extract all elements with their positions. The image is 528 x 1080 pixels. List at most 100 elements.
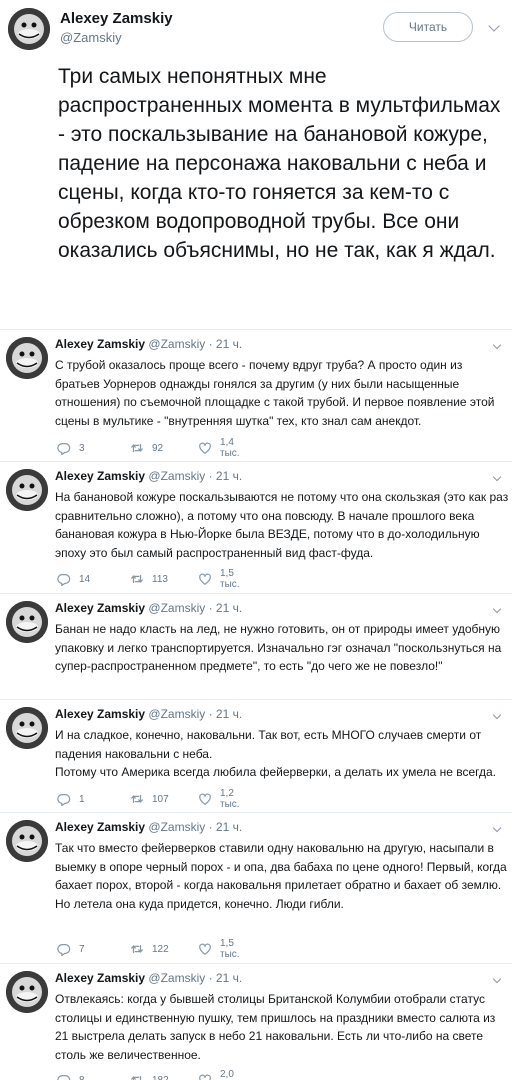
reply-tweet: Alexey Zamskiy @Zamskiy · 21 ч. Так что … [0,814,512,964]
main-tweet: Alexey Zamskiy @Zamskiy Читать Три самых… [0,0,512,330]
reply-header: Alexey Zamskiy @Zamskiy · 21 ч. [55,820,242,834]
author-name[interactable]: Alexey Zamskiy [55,601,145,615]
chevron-down-icon[interactable] [492,710,502,720]
reply-tweet: Alexey Zamskiy @Zamskiy · 21 ч. С трубой… [0,331,512,462]
chevron-down-icon[interactable] [492,604,502,614]
reply-count: 7 [79,943,85,955]
reply-button[interactable]: 3 [57,440,85,456]
reply-header: Alexey Zamskiy @Zamskiy · 21 ч. [55,469,242,483]
retweet-count: 182 [152,1074,169,1080]
author-name[interactable]: Alexey Zamskiy [55,337,145,351]
reply-paragraph: Отвлекаясь: когда у бывшей столицы Брита… [55,992,496,1062]
reply-text: И на сладкое, конечно, наковальни. Так в… [55,726,510,782]
reply-count: 14 [79,573,91,585]
reply-paragraph: И на сладкое, конечно, наковальни. Так в… [55,728,482,761]
like-button[interactable]: 1,4 тыс. [198,437,240,459]
like-button[interactable]: 1,2 тыс. [198,788,240,810]
avatar[interactable] [6,337,48,379]
follow-button[interactable]: Читать [383,12,473,42]
author-meta[interactable]: @Zamskiy · 21 ч. [148,971,242,985]
reply-header: Alexey Zamskiy @Zamskiy · 21 ч. [55,971,242,985]
reply-count: 3 [79,442,85,454]
like-count: 1,5 тыс. [220,568,240,590]
author-name[interactable]: Alexey Zamskiy [60,10,173,27]
reply-button[interactable]: 14 [57,571,90,587]
like-button[interactable]: 1,5 тыс. [198,938,240,960]
reply-count: 8 [79,1074,85,1080]
retweet-count: 113 [152,573,168,585]
reply-text: Так что вместо фейерверков ставили одну … [55,839,510,913]
reply-tweet: Alexey Zamskiy @Zamskiy · 21 ч. На банан… [0,463,512,594]
retweet-count: 107 [152,793,169,805]
retweet-button[interactable]: 182 [130,1072,169,1080]
author-name[interactable]: Alexey Zamskiy [55,820,145,834]
like-button[interactable]: 1,5 тыс. [198,568,240,590]
like-count: 1,4 тыс. [220,437,240,459]
reply-icon [57,1073,71,1080]
reply-paragraph: На банановой кожуре поскальзываются не п… [55,490,509,560]
reply-header: Alexey Zamskiy @Zamskiy · 21 ч. [55,337,242,351]
retweet-count: 122 [152,943,169,955]
author-meta[interactable]: @Zamskiy · 21 ч. [148,707,242,721]
like-count: 1,2 тыс. [220,788,240,810]
reply-header: Alexey Zamskiy @Zamskiy · 21 ч. [55,707,242,721]
retweet-count: 92 [152,442,164,454]
avatar[interactable] [8,8,50,50]
chevron-down-icon[interactable] [488,20,500,32]
author-handle[interactable]: @Zamskiy [60,30,122,45]
avatar[interactable] [6,601,48,643]
tweet-text: Три самых непонятных мне распространенны… [58,65,501,262]
retweet-icon [130,1073,144,1080]
retweet-button[interactable]: 92 [130,440,163,456]
reply-tweet: Alexey Zamskiy @Zamskiy · 21 ч. Отвлекая… [0,965,512,1080]
retweet-icon [130,792,144,806]
like-count: 1,5 тыс. [220,938,240,960]
reply-paragraph: Но летела она куда придется, конечно. Лю… [55,896,344,911]
chevron-down-icon[interactable] [492,823,502,833]
reply-icon [57,441,71,455]
like-count: 2,0 тыс. [220,1069,234,1080]
retweet-button[interactable]: 122 [130,941,169,957]
reply-text: На банановой кожуре поскальзываются не п… [55,488,510,562]
chevron-down-icon[interactable] [492,340,502,350]
like-icon [198,942,212,956]
chevron-down-icon[interactable] [492,472,502,482]
retweet-icon [130,441,144,455]
avatar[interactable] [6,971,48,1013]
retweet-button[interactable]: 107 [130,791,169,807]
reply-text: С трубой оказалось проще всего - почему … [55,356,510,430]
retweet-icon [130,572,144,586]
reply-paragraph: Банан не надо класть на лед, не нужно го… [55,622,502,673]
reply-icon [57,942,71,956]
reply-icon [57,572,71,586]
reply-tweet: Alexey Zamskiy @Zamskiy · 21 ч. И на сла… [0,701,512,813]
reply-button[interactable]: 1 [57,791,85,807]
reply-header: Alexey Zamskiy @Zamskiy · 21 ч. [55,601,242,615]
reply-button[interactable]: 7 [57,941,85,957]
avatar[interactable] [6,469,48,511]
reply-paragraph: Потому что Америка всегда любила фейерве… [55,765,497,779]
reply-paragraph: С трубой оказалось проще всего - почему … [55,358,495,428]
avatar[interactable] [6,707,48,749]
author-meta[interactable]: @Zamskiy · 21 ч. [148,469,242,483]
author-meta[interactable]: @Zamskiy · 21 ч. [148,820,242,834]
author-name[interactable]: Alexey Zamskiy [55,469,145,483]
author-meta[interactable]: @Zamskiy · 21 ч. [148,337,242,351]
chevron-down-icon[interactable] [492,974,502,984]
like-icon [198,792,212,806]
avatar[interactable] [6,820,48,862]
like-icon [198,1073,212,1080]
reply-text: Банан не надо класть на лед, не нужно го… [55,620,510,676]
author-name[interactable]: Alexey Zamskiy [55,971,145,985]
reply-text: Отвлекаясь: когда у бывшей столицы Брита… [55,990,510,1064]
reply-button[interactable]: 8 [57,1072,85,1080]
retweet-button[interactable]: 113 [130,571,168,587]
reply-count: 1 [79,793,85,805]
like-icon [198,441,212,455]
reply-icon [57,792,71,806]
retweet-icon [130,942,144,956]
reply-paragraph: Так что вместо фейерверков ставили одну … [55,841,507,892]
author-meta[interactable]: @Zamskiy · 21 ч. [148,601,242,615]
like-button[interactable]: 2,0 тыс. [198,1069,240,1080]
author-name[interactable]: Alexey Zamskiy [55,707,145,721]
